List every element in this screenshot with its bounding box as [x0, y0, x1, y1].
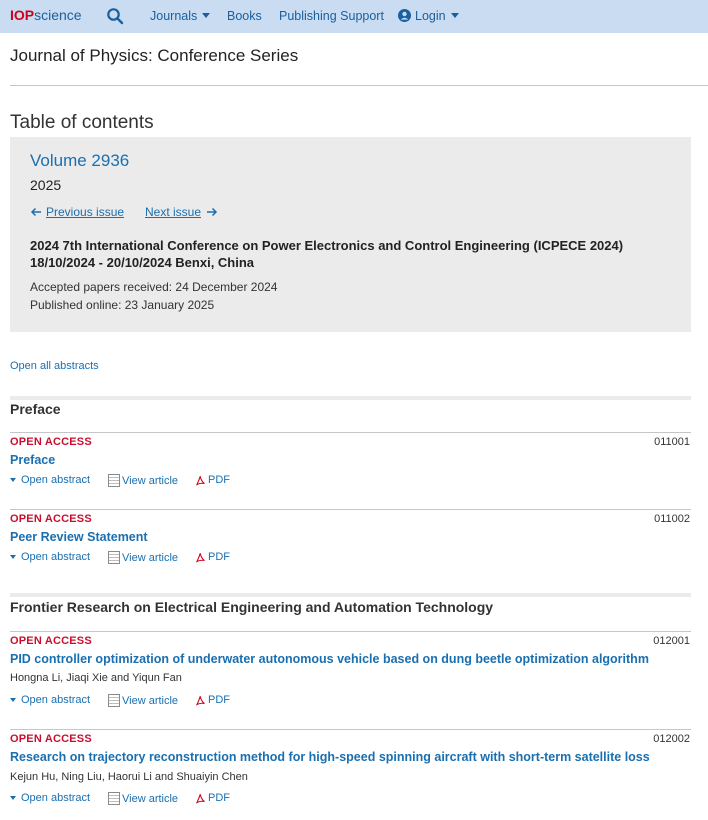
volume-panel: Volume 2936 2025 Previous issue Next iss…: [10, 137, 691, 332]
conference-dates: 18/10/2024 - 20/10/2024 Benxi, China: [30, 255, 255, 270]
caret-down-icon: [10, 555, 16, 559]
article-title-link[interactable]: Peer Review Statement: [10, 530, 148, 544]
pdf-icon: [195, 552, 205, 563]
view-article-label: View article: [122, 792, 179, 805]
open-abstract-label: Open abstract: [21, 694, 91, 706]
article-title-link[interactable]: PID controller optimization of underwate…: [10, 652, 649, 666]
open-abstract-label: Open abstract: [21, 474, 91, 486]
accepted-date: Accepted papers received: 24 December 20…: [30, 280, 278, 294]
pdf-button[interactable]: PDF: [195, 694, 230, 706]
pdf-icon: [195, 475, 205, 486]
pdf-button[interactable]: PDF: [195, 551, 230, 563]
next-issue-link[interactable]: Next issue: [145, 205, 218, 219]
journal-title: Journal of Physics: Conference Series: [10, 46, 299, 65]
nav-journals[interactable]: Journals: [150, 9, 211, 23]
article-title-link[interactable]: Preface: [10, 453, 55, 467]
nav-journals-label: Journals: [150, 9, 198, 23]
open-access-badge: OPEN ACCESS: [10, 733, 92, 745]
open-abstract-label: Open abstract: [21, 792, 91, 804]
nav-login-label: Login: [415, 9, 446, 23]
view-article-button[interactable]: View article: [108, 474, 178, 487]
pdf-button[interactable]: PDF: [195, 792, 230, 804]
next-issue-label: Next issue: [145, 205, 202, 219]
article-number: 011002: [654, 513, 690, 525]
article-authors: Kejun Hu, Ning Liu, Haorui Li and Shuaiy…: [10, 771, 248, 783]
article-number: 012002: [653, 733, 690, 745]
article-divider: [10, 631, 691, 632]
view-article-label: View article: [122, 694, 179, 707]
open-abstract-button[interactable]: Open abstract: [10, 694, 90, 706]
caret-down-icon: [10, 478, 16, 482]
caret-down-icon: [10, 796, 16, 800]
open-abstract-label: Open abstract: [21, 551, 91, 563]
logo-science: science: [34, 7, 82, 23]
chevron-down-icon: [202, 13, 211, 18]
divider: [10, 85, 708, 86]
article-divider: [10, 432, 691, 433]
nav-login[interactable]: Login: [398, 9, 459, 23]
section-title: Preface: [10, 401, 61, 417]
volume-link[interactable]: Volume 2936: [30, 151, 129, 171]
pdf-label: PDF: [208, 474, 230, 486]
open-abstract-button[interactable]: Open abstract: [10, 474, 90, 486]
nav-books[interactable]: Books: [227, 9, 262, 23]
arrow-left-icon: [30, 207, 41, 217]
pdf-label: PDF: [208, 694, 230, 706]
document-icon: [108, 474, 120, 487]
open-access-badge: OPEN ACCESS: [10, 513, 92, 525]
logo-iop: IOP: [10, 7, 35, 23]
section-divider: [10, 396, 691, 400]
previous-issue-link[interactable]: Previous issue: [30, 205, 124, 219]
pdf-icon: [195, 695, 205, 706]
article-divider: [10, 729, 691, 730]
volume-year: 2025: [30, 177, 62, 193]
view-article-button[interactable]: View article: [108, 551, 178, 564]
view-article-label: View article: [122, 551, 179, 564]
section-title: Frontier Research on Electrical Engineer…: [10, 599, 494, 615]
nav-publishing-support[interactable]: Publishing Support: [279, 9, 384, 23]
pdf-icon: [195, 793, 205, 804]
top-nav: IOPscience Journals Books Publishing Sup…: [0, 0, 708, 33]
article-number: 012001: [653, 635, 690, 647]
pdf-button[interactable]: PDF: [195, 474, 230, 486]
view-article-label: View article: [122, 474, 179, 487]
document-icon: [108, 694, 120, 707]
article-divider: [10, 509, 691, 510]
previous-issue-label: Previous issue: [46, 205, 125, 219]
pdf-label: PDF: [208, 792, 230, 804]
open-access-badge: OPEN ACCESS: [10, 635, 92, 647]
pdf-label: PDF: [208, 551, 230, 563]
open-abstract-button[interactable]: Open abstract: [10, 551, 90, 563]
section-divider: [10, 593, 691, 597]
open-abstract-button[interactable]: Open abstract: [10, 792, 90, 804]
article-authors: Hongna Li, Jiaqi Xie and Yiqun Fan: [10, 672, 182, 684]
page-title: Table of contents: [10, 112, 154, 133]
open-access-badge: OPEN ACCESS: [10, 436, 92, 448]
document-icon: [108, 792, 120, 805]
conference-title: 2024 7th International Conference on Pow…: [30, 238, 624, 253]
caret-down-icon: [10, 698, 16, 702]
view-article-button[interactable]: View article: [108, 694, 178, 707]
arrow-right-icon: [207, 207, 218, 217]
search-icon[interactable]: [106, 7, 124, 25]
iopscience-logo[interactable]: IOPscience: [10, 7, 82, 23]
chevron-down-icon: [450, 13, 459, 18]
open-all-abstracts-link[interactable]: Open all abstracts: [10, 360, 99, 372]
article-title-link[interactable]: Research on trajectory reconstruction me…: [10, 750, 650, 764]
article-number: 011001: [654, 436, 690, 448]
published-date: Published online: 23 January 2025: [30, 298, 215, 312]
user-icon: [398, 9, 411, 22]
view-article-button[interactable]: View article: [108, 792, 178, 805]
document-icon: [108, 551, 120, 564]
